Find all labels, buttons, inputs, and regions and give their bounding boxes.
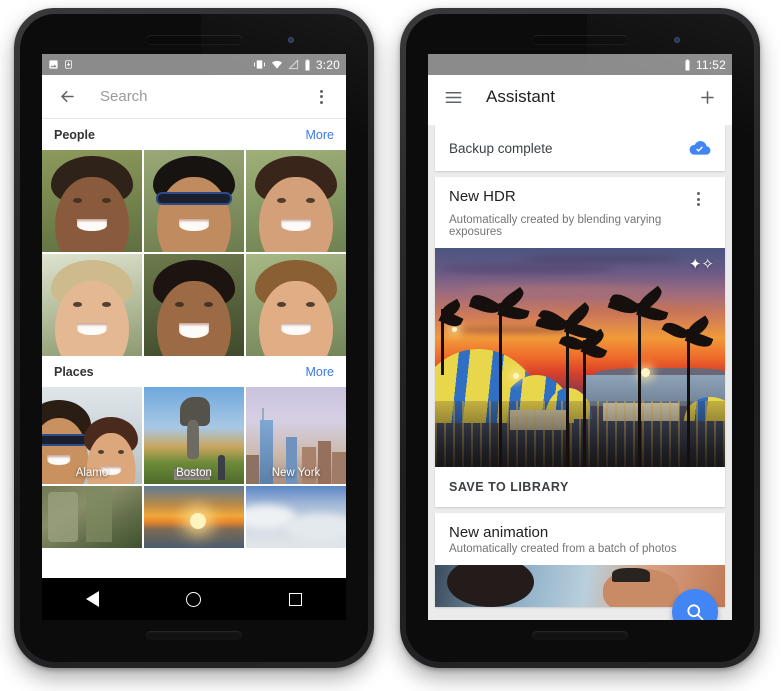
earpiece-speaker-icon [532,35,628,44]
plus-icon[interactable] [694,84,720,110]
wifi-icon [271,60,282,69]
nav-back-icon[interactable] [85,591,99,607]
android-nav-bar-left [42,578,346,620]
phone-device-left: 3:20 Search People More Places More Alam… [14,8,374,668]
hdr-card: New HDR Automatically created by blendin… [435,177,725,507]
back-arrow-icon[interactable] [54,84,80,110]
places-tile[interactable]: Boston [144,387,244,484]
phone-inner-right: 11:52 Assistant Backup complete New HDR … [406,14,754,662]
hamburger-menu-icon[interactable] [440,84,466,110]
animation-card-header: New animation [435,513,725,543]
search-input[interactable]: Search [100,88,308,105]
people-photo-grid [42,150,346,356]
signal-off-icon [288,59,298,70]
animation-card-title: New animation [449,524,549,541]
vibrate-icon [253,60,265,69]
places-tile[interactable]: Alamo [42,387,142,484]
overflow-menu-icon[interactable] [308,84,334,110]
overflow-menu-icon[interactable] [685,186,711,212]
bottom-speaker-icon [146,631,242,640]
phone-inner-left: 3:20 Search People More Places More Alam… [20,14,368,662]
screen-left: 3:20 Search People More Places More Alam… [42,54,346,620]
place-label: Boston [176,467,212,479]
more-link-places[interactable]: More [306,365,334,379]
place-label: Alamo [75,467,109,479]
assistant-feed: Backup complete New HDR Automatically cr… [428,125,732,620]
people-tile[interactable] [144,150,244,252]
people-tile[interactable] [42,254,142,356]
cloud-done-icon [689,141,711,155]
download-icon [65,60,72,69]
hdr-card-header: New HDR [435,177,725,214]
status-bar-time: 3:20 [315,57,340,72]
phone-device-right: 11:52 Assistant Backup complete New HDR … [400,8,760,668]
places-tile[interactable] [144,486,244,548]
place-label: New York [271,467,321,479]
section-title-places: Places [54,365,94,379]
status-bar-right: 11:52 [428,54,732,75]
nav-home-icon[interactable] [186,591,202,607]
battery-icon [305,59,310,70]
people-tile[interactable] [246,254,346,356]
section-title-people: People [54,128,95,142]
sunglasses-icon [156,191,232,206]
status-bar-time: 11:52 [695,57,726,72]
save-to-library-button[interactable]: SAVE TO LIBRARY [435,467,725,507]
bottom-speaker-icon [532,631,628,640]
search-app-bar: Search [42,75,346,119]
hdr-photo[interactable]: ✦✧ [435,248,725,467]
assistant-app-bar: Assistant [428,75,732,119]
section-header-people: People More [42,119,346,150]
hdr-card-subtitle: Automatically created by blending varyin… [449,214,662,238]
image-icon [49,60,58,69]
backup-status-label: Backup complete [449,140,553,156]
people-tile[interactable] [42,150,142,252]
places-photo-grid: Alamo Boston New York [42,387,346,548]
battery-icon [685,59,690,70]
animation-card-subtitle: Automatically created from a batch of ph… [449,543,677,555]
people-tile[interactable] [246,150,346,252]
front-camera-icon [288,37,294,43]
places-tile[interactable] [42,486,142,548]
section-header-places: Places More [42,356,346,387]
sparkle-icon: ✦✧ [688,256,714,273]
earpiece-speaker-icon [146,35,242,44]
sun-icon [190,512,206,529]
people-tile[interactable] [144,254,244,356]
status-bar-left: 3:20 [42,54,346,75]
screen-right: 11:52 Assistant Backup complete New HDR … [428,54,732,620]
places-tile[interactable] [246,486,346,548]
backup-status-card[interactable]: Backup complete [435,125,725,171]
nav-recents-icon[interactable] [289,592,303,606]
places-tile[interactable]: New York [246,387,346,484]
hdr-card-title: New HDR [449,188,516,205]
front-camera-icon [674,37,680,43]
page-title: Assistant [486,87,555,106]
more-link-people[interactable]: More [306,128,334,142]
